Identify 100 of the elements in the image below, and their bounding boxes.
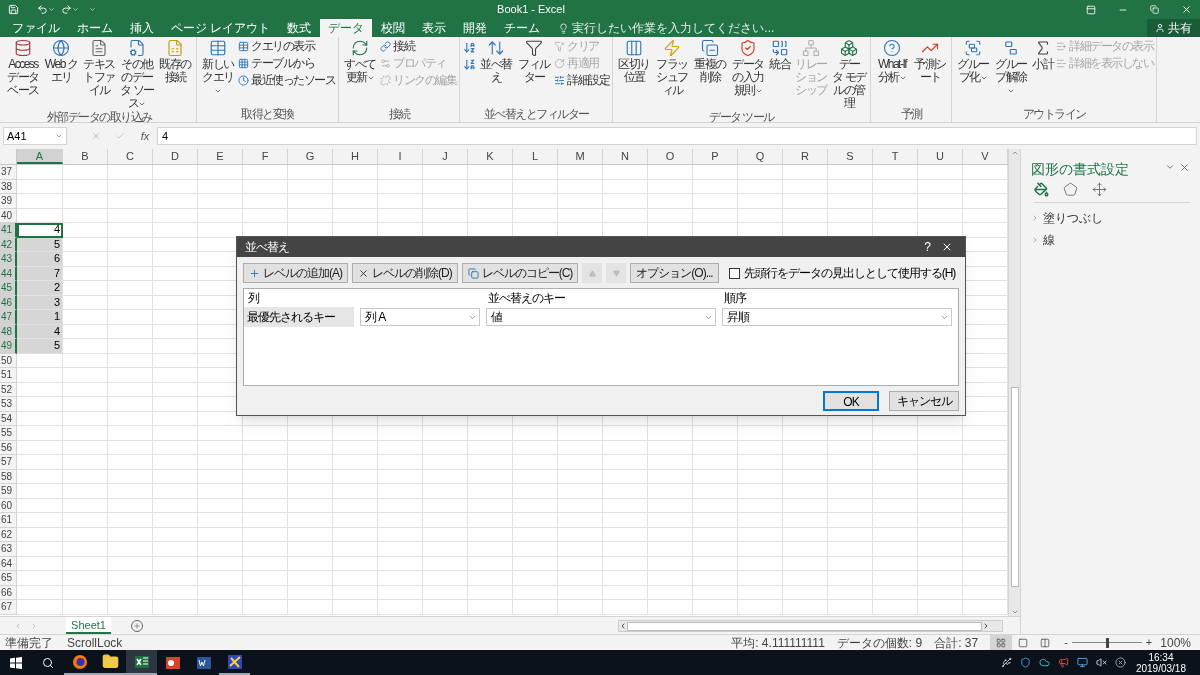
cancel-button[interactable]: キャンセル	[889, 391, 959, 411]
name-box[interactable]: A41	[3, 127, 67, 145]
ribbon-button[interactable]: Web クエリ	[43, 39, 79, 84]
redo-icon[interactable]	[61, 4, 72, 15]
ribbon-button[interactable]: すべて更新	[342, 39, 378, 84]
ribbon-button[interactable]: テキストファイル	[81, 39, 117, 97]
row-header[interactable]: 53	[0, 397, 17, 412]
ribbon-button[interactable]: 区切り位置	[616, 39, 652, 84]
column-header[interactable]: Q	[738, 149, 783, 164]
ribbon-button[interactable]: What-If 分析	[874, 39, 910, 84]
row-header[interactable]: 39	[0, 194, 17, 209]
toolbar-button[interactable]: レベルの削除(D)	[352, 263, 458, 283]
ribbon-tab[interactable]: 校閲	[373, 19, 414, 37]
table-cell[interactable]: 6	[17, 252, 63, 267]
caret-icon[interactable]	[72, 6, 79, 13]
expand-icon[interactable]	[1031, 236, 1039, 244]
column-header[interactable]: T	[873, 149, 918, 164]
grid-view-button[interactable]	[990, 635, 1013, 650]
save-icon[interactable]	[8, 4, 19, 15]
column-header[interactable]: A	[17, 149, 63, 164]
paint-bucket-icon[interactable]	[1034, 182, 1049, 197]
dropdown-icon[interactable]	[1165, 162, 1175, 172]
ok-button[interactable]: OK	[823, 391, 879, 411]
close-circle-icon[interactable]	[1114, 657, 1126, 668]
restore-icon[interactable]	[1150, 5, 1159, 14]
caret-icon[interactable]	[48, 6, 55, 13]
clock[interactable]: 16:34 2019/03/18	[1135, 651, 1186, 674]
ribbon-button[interactable]: 既存の接続	[157, 39, 193, 84]
help-button[interactable]: ?	[917, 238, 937, 256]
dropdown-field[interactable]: 値	[486, 308, 716, 326]
ribbon-button[interactable]: グループ化	[955, 39, 991, 84]
row-header[interactable]: 63	[0, 542, 17, 557]
ribbon-tab[interactable]: 挿入	[122, 19, 162, 37]
formula-field[interactable]: 4	[157, 127, 1197, 145]
column-header[interactable]: E	[198, 149, 243, 164]
close-icon[interactable]	[1179, 162, 1190, 173]
ribbon-button[interactable]: 最近使ったソース	[238, 73, 335, 88]
column-header[interactable]: N	[603, 149, 648, 164]
ribbon-tab[interactable]: 数式	[279, 19, 320, 37]
section-label[interactable]: 塗りつぶし	[1043, 209, 1103, 227]
ribbon-button[interactable]: データの入力規則	[730, 39, 766, 97]
scroll-thumb[interactable]	[627, 621, 982, 631]
column-header[interactable]: F	[243, 149, 288, 164]
ribbon-tab[interactable]: 開発	[455, 19, 496, 37]
column-header[interactable]: D	[153, 149, 198, 164]
column-header[interactable]: P	[693, 149, 738, 164]
dropdown-field[interactable]: 列 A	[360, 308, 480, 326]
table-cell[interactable]: 5	[17, 339, 63, 354]
zoom-slider[interactable]	[1071, 637, 1142, 648]
tell-me-field[interactable]: 実行したい作業を入力してください...	[572, 19, 833, 37]
start-icon[interactable]	[10, 656, 22, 669]
ribbon-tab[interactable]: ページ レイアウト	[163, 19, 279, 37]
section-label[interactable]: 線	[1043, 231, 1055, 249]
checkbox[interactable]	[728, 267, 740, 279]
share-button[interactable]: 共有	[1147, 19, 1200, 37]
scroll-left-icon[interactable]	[14, 622, 22, 630]
row-header[interactable]: 47	[0, 310, 17, 325]
search-icon[interactable]	[42, 656, 54, 669]
row-header[interactable]: 49	[0, 339, 17, 354]
ribbon-button[interactable]: 予測シート	[912, 39, 948, 84]
sort-ascending-icon[interactable]	[463, 41, 476, 54]
ribbon-display-icon[interactable]	[1086, 4, 1096, 15]
pentagon-icon[interactable]	[1063, 182, 1078, 197]
row-header[interactable]: 61	[0, 513, 17, 528]
column-header[interactable]: B	[63, 149, 108, 164]
vertical-scroll-bar[interactable]	[1008, 149, 1020, 616]
ribbon-tab[interactable]: チーム	[496, 19, 549, 37]
scroll-right-icon[interactable]	[30, 622, 38, 630]
row-header[interactable]: 37	[0, 165, 17, 180]
table-cell[interactable]: 4	[17, 223, 63, 238]
column-header[interactable]: L	[513, 149, 558, 164]
row-header[interactable]: 65	[0, 571, 17, 586]
sort-descending-icon[interactable]	[463, 58, 476, 71]
ribbon-button[interactable]: テーブルから	[238, 56, 335, 71]
lightbulb-icon[interactable]	[558, 23, 570, 34]
insert-function-button[interactable]: fx	[137, 127, 153, 145]
ribbon-button[interactable]: グループ解除	[993, 39, 1029, 97]
column-header[interactable]: C	[108, 149, 153, 164]
row-header[interactable]: 45	[0, 281, 17, 296]
column-header[interactable]: K	[468, 149, 513, 164]
column-header[interactable]: O	[648, 149, 693, 164]
row-header[interactable]: 59	[0, 484, 17, 499]
ribbon-button[interactable]: フラッシュフィル	[654, 39, 690, 97]
ribbon-tab[interactable]: ホーム	[69, 19, 121, 37]
row-header[interactable]: 57	[0, 455, 17, 470]
taskbar-button[interactable]	[126, 650, 157, 675]
ribbon-tab[interactable]: ファイル	[4, 19, 68, 37]
sheet-tab[interactable]: Sheet1	[66, 617, 111, 634]
column-header[interactable]: I	[378, 149, 423, 164]
row-header[interactable]: 51	[0, 368, 17, 383]
ribbon-button[interactable]: Access データベース	[5, 39, 41, 97]
column-header[interactable]: J	[423, 149, 468, 164]
ribbon-tab[interactable]: データ	[320, 19, 373, 37]
close-icon[interactable]	[1181, 4, 1192, 15]
ribbon-button[interactable]: 接続	[380, 39, 456, 54]
column-header[interactable]: U	[918, 149, 963, 164]
customize-icon[interactable]	[89, 6, 96, 13]
column-header[interactable]: S	[828, 149, 873, 164]
ribbon-button[interactable]: データ モデルの管理	[831, 39, 867, 110]
slider-thumb[interactable]	[1105, 637, 1109, 648]
